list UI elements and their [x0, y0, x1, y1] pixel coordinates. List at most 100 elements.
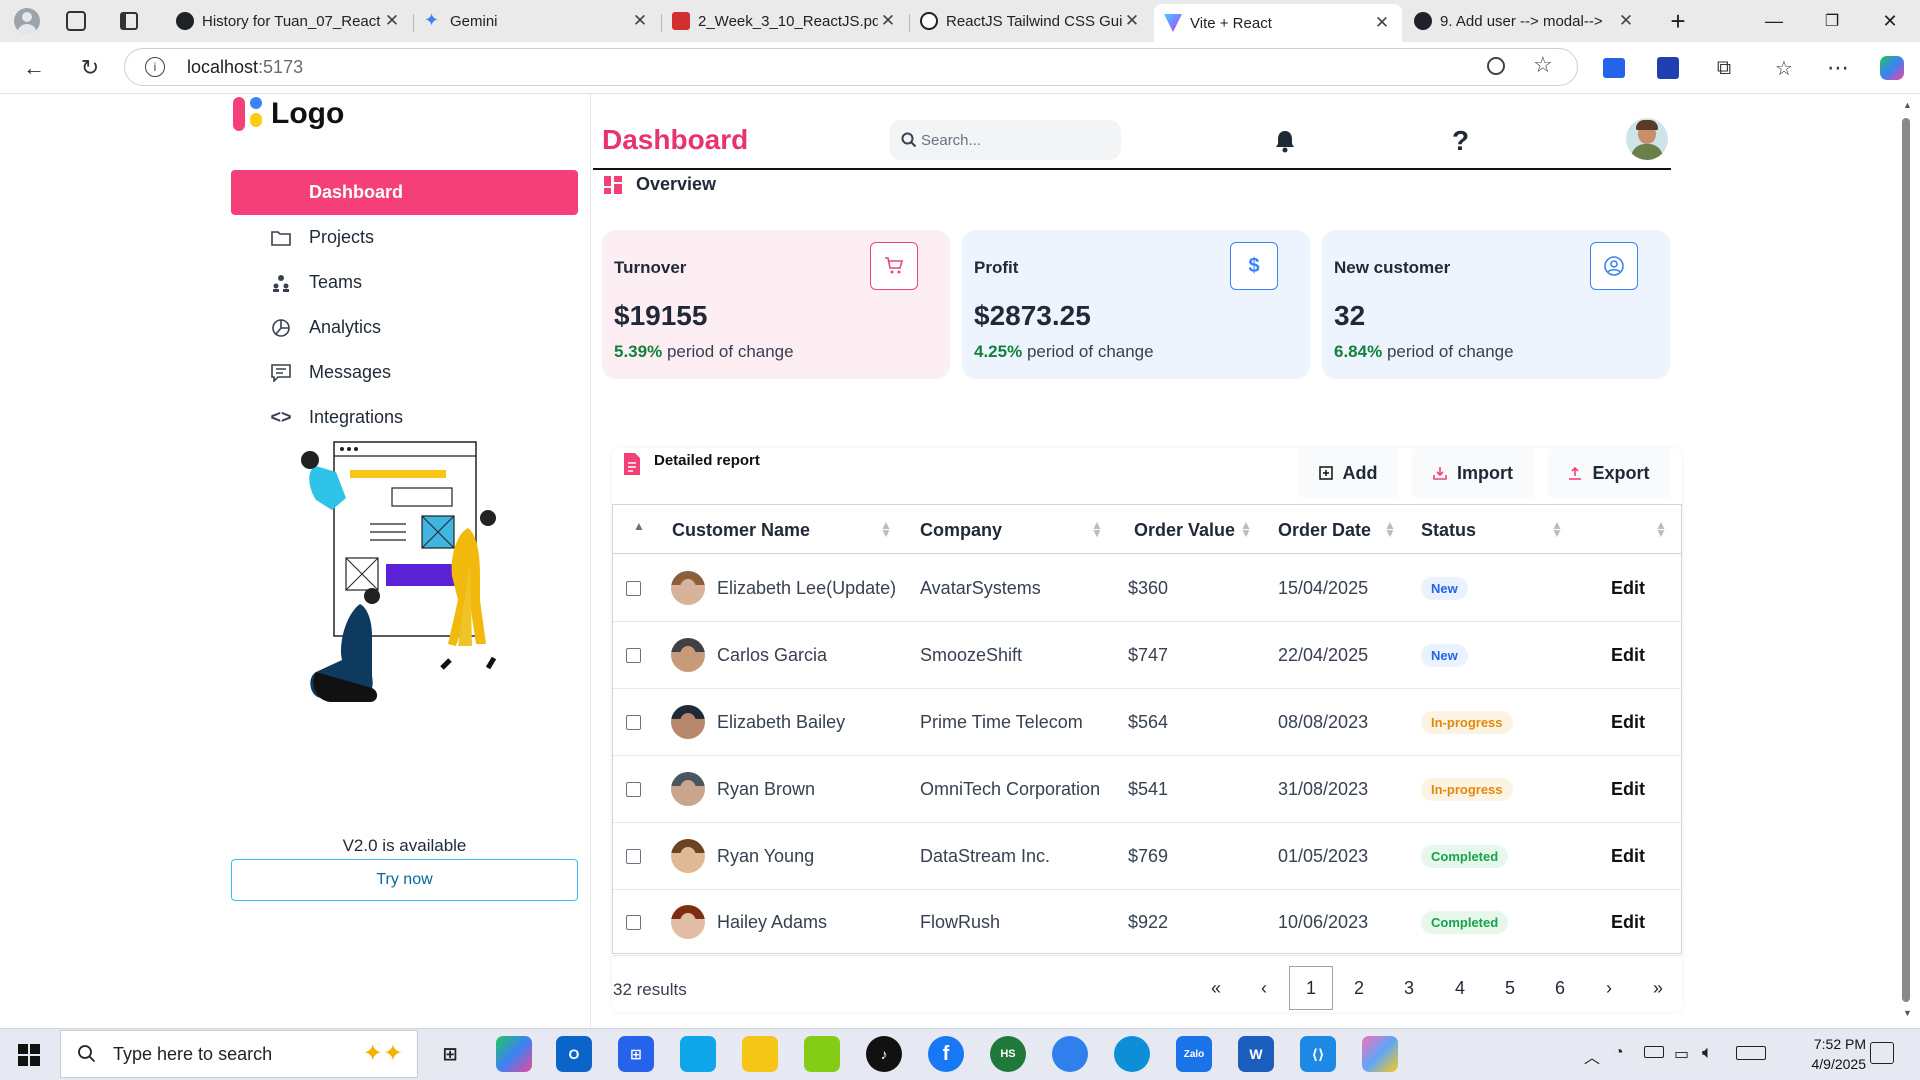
sidebar-item-messages[interactable]: Messages — [231, 350, 578, 395]
store-icon[interactable]: ⊞ — [618, 1036, 654, 1072]
pagination-page[interactable]: 5 — [1488, 966, 1532, 1010]
row-checkbox[interactable] — [626, 580, 641, 596]
add-button[interactable]: Add — [1298, 448, 1398, 498]
sort-icon[interactable]: ▲ ▼ — [1551, 519, 1563, 539]
taskbar-search[interactable]: Type here to search ✦✦ — [60, 1030, 418, 1078]
close-icon[interactable]: ✕ — [1372, 13, 1392, 33]
pagination-page[interactable]: 6 — [1538, 966, 1582, 1010]
vscode-icon[interactable]: ⟨⟩ — [1300, 1036, 1336, 1072]
battery-icon[interactable] — [1644, 1046, 1664, 1058]
minimize-button[interactable]: — — [1746, 0, 1802, 42]
copilot-app-icon[interactable] — [496, 1036, 532, 1072]
workspaces-icon[interactable] — [66, 11, 86, 31]
close-icon[interactable]: ✕ — [1122, 11, 1142, 31]
word-icon[interactable]: W — [1238, 1036, 1274, 1072]
app-icon[interactable] — [804, 1036, 840, 1072]
outlook-icon[interactable]: O — [556, 1036, 592, 1072]
pagination-page[interactable]: 4 — [1438, 966, 1482, 1010]
keyboard-icon[interactable] — [1736, 1046, 1766, 1060]
edit-button[interactable]: Edit — [1611, 555, 1645, 621]
avatar[interactable] — [1626, 118, 1668, 160]
extension-app-icon[interactable] — [1650, 50, 1686, 86]
close-icon[interactable]: ✕ — [382, 11, 402, 31]
dollar-icon[interactable]: $ — [1230, 242, 1278, 290]
pagination-prev[interactable]: ‹ — [1242, 966, 1286, 1010]
sidebar-item-projects[interactable]: Projects — [231, 215, 578, 260]
edit-button[interactable]: Edit — [1611, 689, 1645, 755]
tab-vite-react[interactable]: Vite + React ✕ — [1154, 4, 1402, 42]
copilot-icon[interactable] — [1874, 50, 1910, 86]
messenger-icon[interactable] — [1052, 1036, 1088, 1072]
sort-icon[interactable]: ▲ ▼ — [1384, 519, 1396, 539]
tab-add-user[interactable]: 9. Add user --> modal--> ✕ — [1404, 6, 1646, 36]
site-info-icon[interactable]: i — [145, 57, 165, 77]
pagination-page[interactable]: 2 — [1337, 966, 1381, 1010]
pagination-page[interactable]: 1 — [1289, 966, 1333, 1010]
bell-icon[interactable] — [1272, 128, 1298, 154]
reload-icon[interactable]: ↻ — [72, 50, 108, 86]
tab-chatgpt[interactable]: ReactJS Tailwind CSS Guid ✕ — [910, 6, 1152, 36]
column-customer-name[interactable]: Customer Name — [672, 506, 810, 554]
app-icon[interactable]: HS — [990, 1036, 1026, 1072]
user-circle-icon[interactable] — [1590, 242, 1638, 290]
tab-history[interactable]: History for Tuan_07_React ✕ — [166, 6, 412, 36]
column-order-value[interactable]: Order Value — [1134, 506, 1235, 554]
clock[interactable]: 7:52 PM 4/9/2025 — [1770, 1034, 1867, 1074]
sort-all-icon[interactable]: ▲ — [633, 520, 645, 532]
translate-icon[interactable] — [1596, 50, 1632, 86]
row-checkbox[interactable] — [626, 714, 641, 730]
page-scrollbar[interactable]: ▲ ▼ — [1898, 96, 1914, 1024]
edit-button[interactable]: Edit — [1611, 823, 1645, 889]
edit-button[interactable]: Edit — [1611, 756, 1645, 822]
row-checkbox[interactable] — [626, 914, 641, 930]
file-explorer-icon[interactable] — [742, 1036, 778, 1072]
column-company[interactable]: Company — [920, 506, 1002, 554]
url-field[interactable]: i localhost:5173 ☆ — [124, 48, 1578, 86]
pagination-page[interactable]: 3 — [1387, 966, 1431, 1010]
volume-icon[interactable]: 🔈︎ — [1702, 1042, 1713, 1063]
restore-button[interactable]: ❐ — [1804, 0, 1860, 42]
wifi-icon[interactable]: ◔ — [1614, 1044, 1624, 1062]
scrollbar-thumb[interactable] — [1902, 118, 1910, 1002]
help-icon[interactable]: ? — [1452, 125, 1469, 157]
column-order-date[interactable]: Order Date — [1278, 506, 1371, 554]
sidebar-item-analytics[interactable]: Analytics — [231, 305, 578, 350]
sort-icon[interactable]: ▲ ▼ — [1655, 519, 1667, 539]
sidebar-item-integrations[interactable]: <> Integrations — [231, 395, 578, 440]
notifications-icon[interactable] — [1870, 1042, 1894, 1064]
column-status[interactable]: Status — [1421, 506, 1476, 554]
sidebar-item-dashboard[interactable]: Dashboard — [231, 170, 578, 215]
sort-icon[interactable]: ▲ ▼ — [1091, 519, 1103, 539]
favorite-star-icon[interactable]: ☆ — [1533, 52, 1553, 78]
import-button[interactable]: Import — [1412, 448, 1534, 498]
try-now-button[interactable]: Try now — [231, 859, 578, 901]
back-icon[interactable]: ← — [16, 50, 52, 86]
new-tab-button[interactable]: + — [1650, 0, 1706, 42]
tiktok-icon[interactable]: ♪ — [866, 1036, 902, 1072]
cart-icon[interactable] — [870, 242, 918, 290]
app-icon[interactable] — [680, 1036, 716, 1072]
sort-icon[interactable]: ▲ ▼ — [1240, 519, 1252, 539]
close-icon[interactable]: ✕ — [878, 11, 898, 31]
task-view-icon[interactable]: ⊞ — [432, 1036, 468, 1072]
zoom-out-icon[interactable] — [1487, 57, 1505, 75]
tab-pdf[interactable]: 2_Week_3_10_ReactJS.pdf ✕ — [662, 6, 908, 36]
close-icon[interactable]: ✕ — [1616, 11, 1636, 31]
edit-button[interactable]: Edit — [1611, 889, 1645, 955]
close-window-button[interactable]: ✕ — [1862, 0, 1918, 42]
tab-gemini[interactable]: ✦ Gemini ✕ — [414, 6, 660, 36]
pagination-first[interactable]: « — [1194, 966, 1238, 1010]
favorites-icon[interactable]: ☆ — [1766, 50, 1802, 86]
edge-icon[interactable] — [1114, 1036, 1150, 1072]
sidebar-item-teams[interactable]: Teams — [231, 260, 578, 305]
network-icon[interactable]: ▭ — [1674, 1044, 1689, 1064]
close-icon[interactable]: ✕ — [630, 11, 650, 31]
app-icon[interactable] — [1362, 1036, 1398, 1072]
row-checkbox[interactable] — [626, 647, 641, 663]
facebook-icon[interactable]: f — [928, 1036, 964, 1072]
more-icon[interactable]: ⋯ — [1820, 50, 1856, 86]
zalo-icon[interactable]: Zalo — [1176, 1036, 1212, 1072]
search-input[interactable]: Search... — [889, 120, 1121, 160]
row-checkbox[interactable] — [626, 781, 641, 797]
profile-icon[interactable] — [14, 8, 40, 34]
